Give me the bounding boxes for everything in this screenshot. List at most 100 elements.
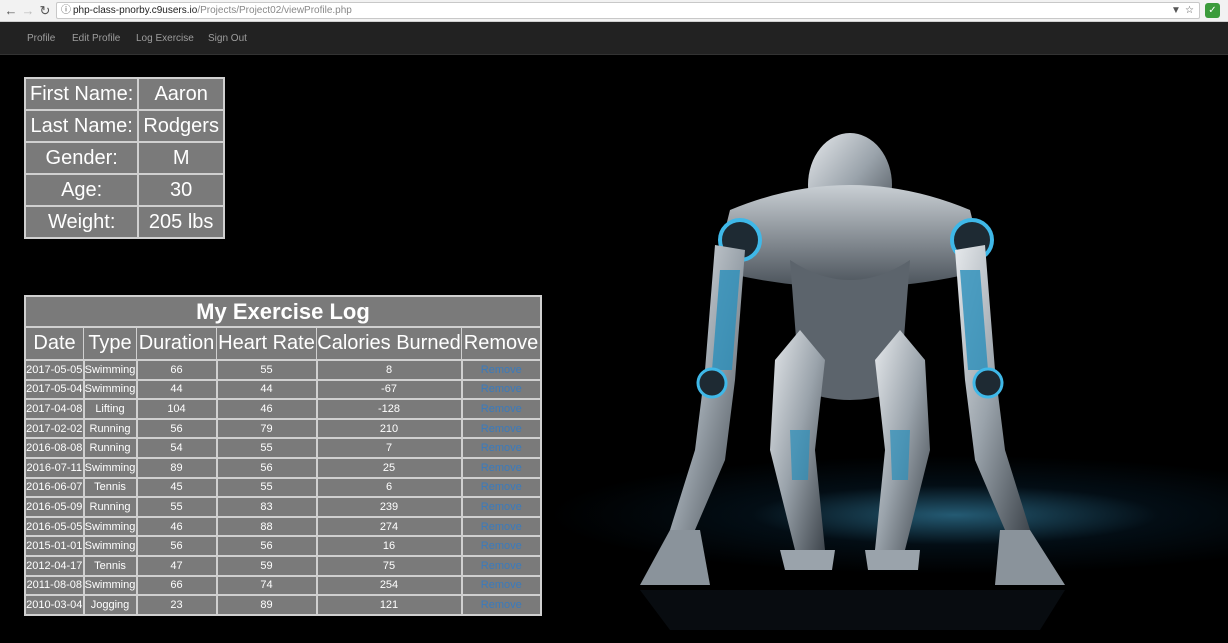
remove-link[interactable]: Remove — [481, 403, 522, 415]
remove-link[interactable]: Remove — [481, 599, 522, 611]
cell-heart-rate: 55 — [215, 476, 318, 499]
nav-log-exercise[interactable]: Log Exercise — [136, 22, 194, 55]
cell-calories: 6 — [315, 476, 463, 499]
profile-label: Age: — [23, 173, 140, 207]
info-icon[interactable]: ⓘ — [61, 3, 71, 18]
cell-calories: 210 — [315, 417, 463, 440]
remove-link[interactable]: Remove — [481, 540, 522, 552]
remove-link[interactable]: Remove — [481, 462, 522, 474]
profile-row: Last Name: Rodgers — [23, 109, 225, 143]
back-icon[interactable]: ← — [3, 3, 19, 19]
star-icon[interactable]: ☆ — [1185, 3, 1194, 18]
remove-link[interactable]: Remove — [481, 501, 522, 513]
cell-heart-rate: 56 — [215, 456, 318, 479]
cell-remove: Remove — [460, 437, 542, 459]
pin-icon[interactable]: ▼ — [1171, 3, 1181, 18]
cell-type: Swimming — [82, 535, 138, 557]
cell-duration: 54 — [135, 437, 218, 459]
url-path: /Projects/Project02/viewProfile.php — [197, 5, 352, 16]
cell-date: 2011-08-08 — [24, 574, 85, 597]
col-header-date: Date — [24, 326, 84, 361]
cell-type: Running — [82, 437, 138, 459]
cell-heart-rate: 44 — [215, 378, 318, 401]
remove-link[interactable]: Remove — [481, 442, 522, 454]
table-row: 2012-04-17 Tennis 47 59 75 Remove — [24, 554, 542, 577]
cell-type: Tennis — [82, 554, 138, 577]
nav-sign-out[interactable]: Sign Out — [208, 22, 247, 55]
cell-duration: 89 — [135, 456, 218, 479]
robot-image — [640, 133, 1065, 630]
profile-table: First Name: Aaron Last Name: Rodgers Gender:… — [23, 77, 225, 239]
cell-date: 2012-04-17 — [24, 554, 85, 577]
cell-calories: 239 — [315, 496, 463, 518]
remove-link[interactable]: Remove — [481, 383, 522, 395]
cell-remove: Remove — [460, 417, 542, 440]
profile-row: Weight: 205 lbs — [23, 205, 225, 239]
table-row: 2016-05-09 Running 55 83 239 Remove — [24, 496, 542, 518]
cell-date: 2016-06-07 — [24, 476, 85, 499]
remove-link[interactable]: Remove — [481, 364, 522, 376]
nav-edit-profile[interactable]: Edit Profile — [72, 22, 120, 55]
table-row: 2016-08-08 Running 54 55 7 Remove — [24, 437, 542, 459]
cell-calories: -128 — [315, 398, 463, 420]
table-row: 2011-08-08 Swimming 66 74 254 Remove — [24, 574, 542, 597]
url-host: php-class-pnorby.c9users.io — [73, 5, 198, 16]
cell-calories: 7 — [315, 437, 463, 459]
address-bar[interactable]: ⓘ php-class-pnorby.c9users.io/Projects/P… — [56, 2, 1200, 19]
cell-remove: Remove — [460, 476, 542, 499]
cell-date: 2017-04-08 — [24, 398, 85, 420]
cell-date: 2015-01-01 — [24, 535, 85, 557]
remove-link[interactable]: Remove — [481, 423, 522, 435]
profile-label: Gender: — [23, 141, 140, 175]
cell-date: 2010-03-04 — [24, 594, 85, 616]
exercise-log-table: My Exercise Log Date Type Duration Heart… — [24, 295, 542, 616]
cell-calories: 121 — [315, 594, 463, 616]
forward-icon[interactable]: → — [20, 3, 36, 19]
cell-calories: 8 — [315, 359, 463, 381]
profile-value: Aaron — [137, 77, 225, 111]
cell-heart-rate: 55 — [215, 359, 318, 381]
profile-label: Weight: — [23, 205, 140, 239]
cell-duration: 56 — [135, 535, 218, 557]
cell-duration: 56 — [135, 417, 218, 440]
table-row: 2010-03-04 Jogging 23 89 121 Remove — [24, 594, 542, 616]
cell-heart-rate: 59 — [215, 554, 318, 577]
cell-remove: Remove — [460, 574, 542, 597]
cell-type: Running — [82, 496, 138, 518]
cell-heart-rate: 74 — [215, 574, 318, 597]
cell-remove: Remove — [460, 594, 542, 616]
cell-remove: Remove — [460, 554, 542, 577]
cell-type: Swimming — [82, 378, 138, 401]
remove-link[interactable]: Remove — [481, 579, 522, 591]
profile-value: M — [137, 141, 225, 175]
reload-icon[interactable]: ↻ — [37, 3, 53, 19]
cell-type: Swimming — [82, 515, 138, 538]
cell-remove: Remove — [460, 496, 542, 518]
cell-type: Tennis — [82, 476, 138, 499]
table-row: 2017-04-08 Lifting 104 46 -128 Remove — [24, 398, 542, 420]
cell-heart-rate: 88 — [215, 515, 318, 538]
cell-heart-rate: 55 — [215, 437, 318, 459]
remove-link[interactable]: Remove — [481, 521, 522, 533]
cell-duration: 66 — [135, 574, 218, 597]
cell-date: 2016-08-08 — [24, 437, 85, 459]
nav-profile[interactable]: Profile — [27, 22, 55, 55]
cell-date: 2017-05-04 — [24, 378, 85, 401]
remove-link[interactable]: Remove — [481, 481, 522, 493]
cell-remove: Remove — [460, 456, 542, 479]
cell-date: 2017-02-02 — [24, 417, 85, 440]
remove-link[interactable]: Remove — [481, 560, 522, 572]
exercise-log-title: My Exercise Log — [24, 295, 542, 328]
cell-date: 2016-05-05 — [24, 515, 85, 538]
cell-calories: 254 — [315, 574, 463, 597]
profile-label: Last Name: — [23, 109, 140, 143]
cell-duration: 104 — [135, 398, 218, 420]
site-navbar: Profile Edit Profile Log Exercise Sign O… — [0, 22, 1228, 55]
cell-type: Jogging — [82, 594, 138, 616]
extension-shield-icon[interactable]: ✓ — [1205, 3, 1220, 18]
table-row: 2015-01-01 Swimming 56 56 16 Remove — [24, 535, 542, 557]
cell-calories: 25 — [315, 456, 463, 479]
cell-duration: 46 — [135, 515, 218, 538]
cell-remove: Remove — [460, 535, 542, 557]
cell-heart-rate: 46 — [215, 398, 318, 420]
